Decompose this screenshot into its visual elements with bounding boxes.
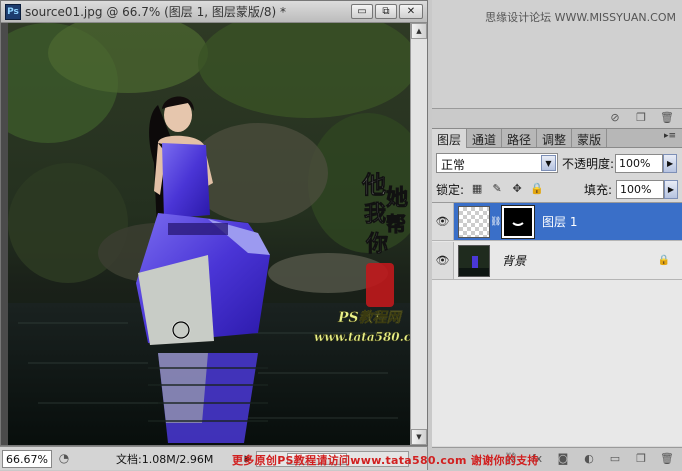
watermark-url: www.tata580.com: [314, 330, 410, 344]
calligraphy-char: 她: [386, 185, 408, 211]
fill-input[interactable]: 100%: [616, 179, 664, 199]
document-titlebar[interactable]: Ps source01.jpg @ 66.7% (图层 1, 图层蒙版/8) *…: [1, 1, 427, 23]
layer-thumbnail[interactable]: [458, 205, 490, 238]
layer-mask-thumbnail[interactable]: [501, 204, 535, 239]
trash-icon[interactable]: 🗑: [660, 111, 674, 124]
layer-row[interactable]: 👁 背景 🔒: [432, 242, 682, 280]
new-layer-icon[interactable]: ❐: [634, 452, 648, 465]
calligraphy-char: 你: [365, 231, 388, 257]
bottom-watermark: 更多原创PS教程请访问www.tata580.com 谢谢你的支持: [232, 454, 539, 467]
watermark-title: PS教程网: [337, 309, 403, 326]
layer-name[interactable]: 图层 1: [542, 213, 577, 230]
adjustment-layer-icon[interactable]: ◐: [582, 452, 596, 465]
blend-mode-value: 正常: [441, 158, 466, 172]
blend-mode-select[interactable]: 正常 ▼: [436, 153, 558, 173]
no-entry-icon[interactable]: ⊘: [608, 111, 622, 124]
fill-slider-arrow-icon[interactable]: ▶: [664, 179, 678, 199]
link-chain-icon[interactable]: ⛓: [490, 217, 501, 227]
tab-paths[interactable]: 路径: [502, 129, 538, 147]
upper-panel-footer: ⊘ ❐ 🗑: [432, 108, 682, 126]
fill-label: 填充:: [583, 182, 612, 197]
lock-label: 锁定:: [436, 182, 465, 197]
minimize-button[interactable]: ▭: [351, 4, 373, 19]
lock-image-brush-icon[interactable]: ✎: [490, 182, 504, 196]
panel-tabs: 图层 通道 路径 调整 蒙版 ▸≡: [432, 129, 682, 148]
zoom-level-input[interactable]: 66.67%: [2, 449, 52, 468]
chevron-down-icon[interactable]: ▼: [541, 155, 556, 171]
document-info: 文档:1.08M/2.96M: [116, 452, 214, 466]
opacity-input[interactable]: 100%: [615, 153, 664, 173]
lock-icon: 🔒: [657, 255, 670, 266]
visibility-toggle[interactable]: 👁: [432, 242, 454, 279]
scroll-up-icon[interactable]: ▲: [411, 23, 427, 39]
layer-name[interactable]: 背景: [502, 252, 526, 269]
calligraphy-char: 他: [361, 170, 386, 199]
layers-panel: 图层 通道 路径 调整 蒙版 ▸≡ 正常 ▼ 不透明度: 100% ▶ 锁定: …: [432, 128, 682, 471]
photo-canvas[interactable]: 他 她 我 帮 你 PS教程网 www.tata580.com: [8, 23, 410, 445]
tab-layers[interactable]: 图层: [432, 129, 468, 148]
trash-icon[interactable]: 🗑: [660, 452, 674, 465]
layer-thumbnail[interactable]: [458, 244, 490, 277]
site-watermark: 思缘设计论坛 WWW.MISSYUAN.COM: [485, 11, 676, 24]
visibility-toggle[interactable]: 👁: [432, 203, 454, 240]
document-window: Ps source01.jpg @ 66.7% (图层 1, 图层蒙版/8) *…: [0, 0, 428, 446]
eye-icon: 👁: [435, 254, 450, 267]
panel-menu-icon[interactable]: ▸≡: [664, 131, 676, 141]
restore-button[interactable]: ⧉: [375, 4, 397, 19]
tab-channels[interactable]: 通道: [467, 129, 503, 147]
photoshop-icon: Ps: [5, 3, 21, 20]
status-info-icon[interactable]: ◔: [56, 451, 72, 467]
opacity-label: 不透明度:: [562, 156, 615, 171]
vertical-scrollbar[interactable]: ▲ ▼: [410, 23, 427, 445]
seal-stamp: [366, 263, 394, 307]
lock-position-move-icon[interactable]: ✥: [510, 182, 524, 196]
new-group-icon[interactable]: ▭: [608, 452, 622, 465]
layer-row[interactable]: 👁 ⛓ 图层 1: [432, 203, 682, 241]
calligraphy-char: 我: [364, 201, 386, 227]
canvas[interactable]: 他 她 我 帮 你 PS教程网 www.tata580.com: [8, 23, 410, 445]
tab-masks[interactable]: 蒙版: [572, 129, 608, 147]
tab-adjustments[interactable]: 调整: [537, 129, 573, 147]
document-title: source01.jpg @ 66.7% (图层 1, 图层蒙版/8) *: [25, 5, 287, 19]
eye-icon: 👁: [435, 215, 450, 228]
calligraphy-char: 帮: [386, 212, 406, 236]
close-button[interactable]: ✕: [399, 4, 423, 19]
lock-transparency-icon[interactable]: ▦: [470, 182, 484, 196]
new-item-icon[interactable]: ❐: [634, 111, 648, 124]
opacity-slider-arrow-icon[interactable]: ▶: [663, 153, 678, 173]
lock-all-icon[interactable]: 🔒: [530, 182, 544, 196]
add-mask-icon[interactable]: ◙: [556, 452, 570, 465]
upper-panel: 思缘设计论坛 WWW.MISSYUAN.COM ⊘ ❐ 🗑: [432, 0, 682, 126]
scroll-down-icon[interactable]: ▼: [411, 429, 427, 445]
layers-list: 👁 ⛓ 图层 1 👁 背景 🔒: [432, 202, 682, 446]
